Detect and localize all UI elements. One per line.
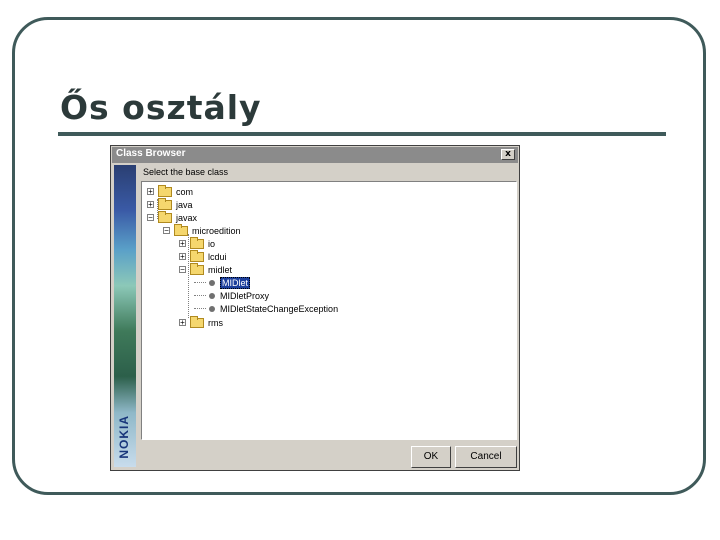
tree-node-label: rms [208, 317, 223, 328]
title-divider [58, 132, 666, 136]
close-button[interactable]: x [501, 149, 515, 160]
select-prompt: Select the base class [143, 167, 229, 177]
tree-node-label: com [176, 186, 194, 197]
tree-branch-line [194, 282, 206, 283]
dialog-titlebar[interactable]: Class Browser x [112, 147, 518, 163]
expand-icon[interactable]: + [179, 319, 186, 327]
tree-node-midletstate-class[interactable]: MIDletStateChangeException [194, 302, 338, 315]
class-icon [209, 305, 215, 312]
collapse-icon[interactable]: − [163, 227, 170, 235]
folder-open-icon [174, 223, 188, 236]
tree-node-microedition[interactable]: − microedition [163, 223, 241, 237]
page-title: Ős osztály [60, 88, 262, 127]
tree-node-label: midlet [208, 264, 233, 275]
tree-node-javax[interactable]: − javax [147, 210, 198, 224]
tree-node-label: javax [176, 212, 198, 223]
tree-node-com[interactable]: + com [147, 184, 194, 198]
folder-icon [158, 197, 172, 210]
tree-node-midlet-class[interactable]: MIDlet [194, 276, 251, 289]
expand-icon[interactable]: + [179, 240, 186, 248]
class-browser-dialog: Class Browser x NOKIA Select the base cl… [110, 145, 520, 471]
collapse-icon[interactable]: − [179, 266, 186, 274]
brand-sidebar: NOKIA [114, 165, 136, 467]
tree-node-label: io [208, 238, 216, 249]
tree-node-lcdui[interactable]: + lcdui [179, 249, 227, 263]
class-icon [209, 279, 215, 286]
cancel-button[interactable]: Cancel [455, 446, 517, 468]
tree-node-midlet[interactable]: − midlet [179, 262, 233, 276]
expand-icon[interactable]: + [147, 201, 154, 209]
folder-icon [158, 184, 172, 197]
class-icon [209, 292, 215, 299]
expand-icon[interactable]: + [147, 188, 154, 196]
tree-node-label: lcdui [208, 251, 227, 262]
tree-node-label: microedition [192, 225, 241, 236]
collapse-icon[interactable]: − [147, 214, 154, 222]
tree-node-midletproxy-class[interactable]: MIDletProxy [194, 289, 269, 302]
folder-open-icon [158, 210, 172, 223]
tree-node-label: MIDletProxy [220, 290, 270, 301]
dialog-title: Class Browser [116, 148, 186, 159]
folder-open-icon [190, 262, 204, 275]
folder-icon [190, 315, 204, 328]
class-tree[interactable]: + com + java − javax − microedition + io… [141, 181, 517, 440]
tree-branch-line [194, 308, 206, 309]
tree-node-label: java [176, 199, 193, 210]
tree-branch-line [194, 295, 206, 296]
nokia-logo: NOKIA [117, 415, 131, 459]
tree-node-io[interactable]: + io [179, 236, 216, 250]
expand-icon[interactable]: + [179, 253, 186, 261]
tree-node-label: MIDlet [220, 276, 251, 289]
ok-button[interactable]: OK [411, 446, 451, 468]
folder-icon [190, 249, 204, 262]
tree-node-label: MIDletStateChangeException [220, 303, 339, 314]
tree-node-java[interactable]: + java [147, 197, 193, 211]
folder-icon [190, 236, 204, 249]
tree-node-rms[interactable]: + rms [179, 315, 223, 329]
